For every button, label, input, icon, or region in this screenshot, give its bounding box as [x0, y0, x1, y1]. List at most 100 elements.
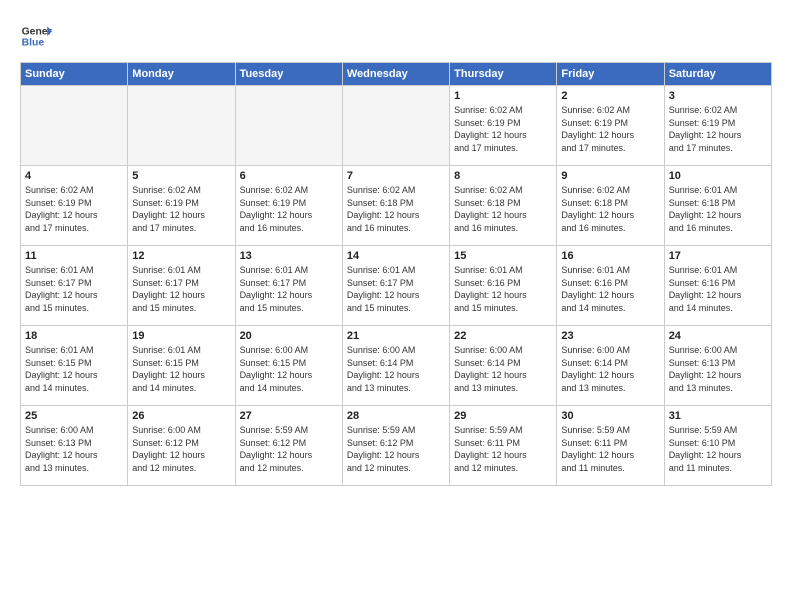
day-info: Sunrise: 5:59 AM Sunset: 6:10 PM Dayligh…	[669, 424, 767, 474]
calendar-cell: 30 Sunrise: 5:59 AM Sunset: 6:11 PM Dayli…	[557, 406, 664, 486]
calendar-week-row: 25 Sunrise: 6:00 AM Sunset: 6:13 PM Dayli…	[21, 406, 772, 486]
day-number: 28	[347, 410, 445, 422]
calendar-cell: 6Sunrise: 6:02 AM Sunset: 6:19 PM Daylig…	[235, 166, 342, 246]
calendar-cell: 2 Sunrise: 6:02 AM Sunset: 6:19 PM Daylig…	[557, 86, 664, 166]
calendar-cell: 25 Sunrise: 6:00 AM Sunset: 6:13 PM Dayli…	[21, 406, 128, 486]
calendar-week-row: 18 Sunrise: 6:01 AM Sunset: 6:15 PM Dayli…	[21, 326, 772, 406]
calendar-week-row: 11 Sunrise: 6:01 AM Sunset: 6:17 PM Dayli…	[21, 246, 772, 326]
calendar-cell: 19Sunrise: 6:01 AM Sunset: 6:15 PM Dayli…	[128, 326, 235, 406]
calendar-cell: 23 Sunrise: 6:00 AM Sunset: 6:14 PM Dayli…	[557, 326, 664, 406]
calendar-cell: 14Sunrise: 6:01 AM Sunset: 6:17 PM Dayli…	[342, 246, 449, 326]
calendar-cell: 12Sunrise: 6:01 AM Sunset: 6:17 PM Dayli…	[128, 246, 235, 326]
day-number: 8	[454, 170, 552, 182]
calendar-cell: 20 Sunrise: 6:00 AM Sunset: 6:15 PM Dayli…	[235, 326, 342, 406]
day-info: Sunrise: 6:01 AM Sunset: 6:16 PM Dayligh…	[454, 264, 552, 314]
calendar-cell: 4 Sunrise: 6:02 AM Sunset: 6:19 PM Daylig…	[21, 166, 128, 246]
calendar-cell: 7Sunrise: 6:02 AM Sunset: 6:18 PM Daylig…	[342, 166, 449, 246]
calendar-cell: 16 Sunrise: 6:01 AM Sunset: 6:16 PM Dayli…	[557, 246, 664, 326]
calendar-cell	[235, 86, 342, 166]
day-number: 5	[132, 170, 230, 182]
day-number: 9	[561, 170, 659, 182]
calendar-week-row: 4 Sunrise: 6:02 AM Sunset: 6:19 PM Daylig…	[21, 166, 772, 246]
logo-icon: General Blue	[20, 20, 52, 52]
svg-text:Blue: Blue	[22, 38, 45, 49]
day-info: Sunrise: 6:02 AM Sunset: 6:19 PM Dayligh…	[669, 104, 767, 154]
calendar-cell: 17Sunrise: 6:01 AM Sunset: 6:16 PM Dayli…	[664, 246, 771, 326]
day-info: Sunrise: 6:00 AM Sunset: 6:12 PM Dayligh…	[132, 424, 230, 474]
day-info: Sunrise: 6:01 AM Sunset: 6:17 PM Dayligh…	[240, 264, 338, 314]
calendar-cell: 31 Sunrise: 5:59 AM Sunset: 6:10 PM Dayli…	[664, 406, 771, 486]
day-info: Sunrise: 6:00 AM Sunset: 6:14 PM Dayligh…	[347, 344, 445, 394]
calendar-cell	[128, 86, 235, 166]
day-info: Sunrise: 6:02 AM Sunset: 6:19 PM Dayligh…	[132, 184, 230, 234]
day-number: 29	[454, 410, 552, 422]
day-info: Sunrise: 6:02 AM Sunset: 6:19 PM Dayligh…	[25, 184, 123, 234]
weekday-header-cell: Saturday	[664, 63, 771, 86]
calendar-cell: 29Sunrise: 5:59 AM Sunset: 6:11 PM Dayli…	[450, 406, 557, 486]
calendar-cell: 11 Sunrise: 6:01 AM Sunset: 6:17 PM Dayli…	[21, 246, 128, 326]
day-info: Sunrise: 6:01 AM Sunset: 6:18 PM Dayligh…	[669, 184, 767, 234]
calendar-cell	[342, 86, 449, 166]
calendar-cell: 15 Sunrise: 6:01 AM Sunset: 6:16 PM Dayli…	[450, 246, 557, 326]
day-number: 11	[25, 250, 123, 262]
calendar-cell: 22Sunrise: 6:00 AM Sunset: 6:14 PM Dayli…	[450, 326, 557, 406]
weekday-header-row: SundayMondayTuesdayWednesdayThursdayFrid…	[21, 63, 772, 86]
day-info: Sunrise: 6:02 AM Sunset: 6:18 PM Dayligh…	[561, 184, 659, 234]
calendar-cell: 5 Sunrise: 6:02 AM Sunset: 6:19 PM Daylig…	[128, 166, 235, 246]
calendar-cell: 1 Sunrise: 6:02 AM Sunset: 6:19 PM Daylig…	[450, 86, 557, 166]
calendar-cell: 24Sunrise: 6:00 AM Sunset: 6:13 PM Dayli…	[664, 326, 771, 406]
day-info: Sunrise: 6:01 AM Sunset: 6:17 PM Dayligh…	[25, 264, 123, 314]
day-info: Sunrise: 6:02 AM Sunset: 6:18 PM Dayligh…	[347, 184, 445, 234]
day-number: 31	[669, 410, 767, 422]
calendar-cell: 13 Sunrise: 6:01 AM Sunset: 6:17 PM Dayli…	[235, 246, 342, 326]
calendar-table: SundayMondayTuesdayWednesdayThursdayFrid…	[20, 62, 772, 486]
page-header: General Blue	[20, 20, 772, 52]
day-number: 22	[454, 330, 552, 342]
calendar-cell: 28 Sunrise: 5:59 AM Sunset: 6:12 PM Dayli…	[342, 406, 449, 486]
calendar-cell: 10Sunrise: 6:01 AM Sunset: 6:18 PM Dayli…	[664, 166, 771, 246]
day-number: 18	[25, 330, 123, 342]
calendar-cell: 21 Sunrise: 6:00 AM Sunset: 6:14 PM Dayli…	[342, 326, 449, 406]
day-number: 15	[454, 250, 552, 262]
day-number: 16	[561, 250, 659, 262]
weekday-header-cell: Wednesday	[342, 63, 449, 86]
day-info: Sunrise: 5:59 AM Sunset: 6:12 PM Dayligh…	[347, 424, 445, 474]
day-info: Sunrise: 6:00 AM Sunset: 6:13 PM Dayligh…	[25, 424, 123, 474]
day-info: Sunrise: 6:01 AM Sunset: 6:16 PM Dayligh…	[561, 264, 659, 314]
calendar-cell: 18 Sunrise: 6:01 AM Sunset: 6:15 PM Dayli…	[21, 326, 128, 406]
day-number: 27	[240, 410, 338, 422]
calendar-cell: 27 Sunrise: 5:59 AM Sunset: 6:12 PM Dayli…	[235, 406, 342, 486]
day-number: 3	[669, 90, 767, 102]
day-number: 30	[561, 410, 659, 422]
weekday-header-cell: Friday	[557, 63, 664, 86]
day-info: Sunrise: 5:59 AM Sunset: 6:12 PM Dayligh…	[240, 424, 338, 474]
day-info: Sunrise: 6:02 AM Sunset: 6:19 PM Dayligh…	[561, 104, 659, 154]
day-info: Sunrise: 6:01 AM Sunset: 6:15 PM Dayligh…	[25, 344, 123, 394]
calendar-cell	[21, 86, 128, 166]
calendar-cell: 3 Sunrise: 6:02 AM Sunset: 6:19 PM Daylig…	[664, 86, 771, 166]
day-number: 4	[25, 170, 123, 182]
day-number: 17	[669, 250, 767, 262]
day-number: 25	[25, 410, 123, 422]
day-info: Sunrise: 6:02 AM Sunset: 6:18 PM Dayligh…	[454, 184, 552, 234]
day-number: 13	[240, 250, 338, 262]
day-info: Sunrise: 6:01 AM Sunset: 6:15 PM Dayligh…	[132, 344, 230, 394]
day-info: Sunrise: 6:00 AM Sunset: 6:14 PM Dayligh…	[561, 344, 659, 394]
day-number: 21	[347, 330, 445, 342]
day-number: 1	[454, 90, 552, 102]
day-info: Sunrise: 5:59 AM Sunset: 6:11 PM Dayligh…	[561, 424, 659, 474]
day-number: 20	[240, 330, 338, 342]
day-info: Sunrise: 6:01 AM Sunset: 6:17 PM Dayligh…	[347, 264, 445, 314]
calendar-body: 1 Sunrise: 6:02 AM Sunset: 6:19 PM Daylig…	[21, 86, 772, 486]
calendar-week-row: 1 Sunrise: 6:02 AM Sunset: 6:19 PM Daylig…	[21, 86, 772, 166]
day-number: 6	[240, 170, 338, 182]
logo: General Blue	[20, 20, 52, 52]
calendar-cell: 26Sunrise: 6:00 AM Sunset: 6:12 PM Dayli…	[128, 406, 235, 486]
calendar-cell: 9 Sunrise: 6:02 AM Sunset: 6:18 PM Daylig…	[557, 166, 664, 246]
day-info: Sunrise: 6:00 AM Sunset: 6:15 PM Dayligh…	[240, 344, 338, 394]
calendar-cell: 8 Sunrise: 6:02 AM Sunset: 6:18 PM Daylig…	[450, 166, 557, 246]
weekday-header-cell: Tuesday	[235, 63, 342, 86]
day-info: Sunrise: 6:02 AM Sunset: 6:19 PM Dayligh…	[454, 104, 552, 154]
day-number: 23	[561, 330, 659, 342]
day-number: 2	[561, 90, 659, 102]
